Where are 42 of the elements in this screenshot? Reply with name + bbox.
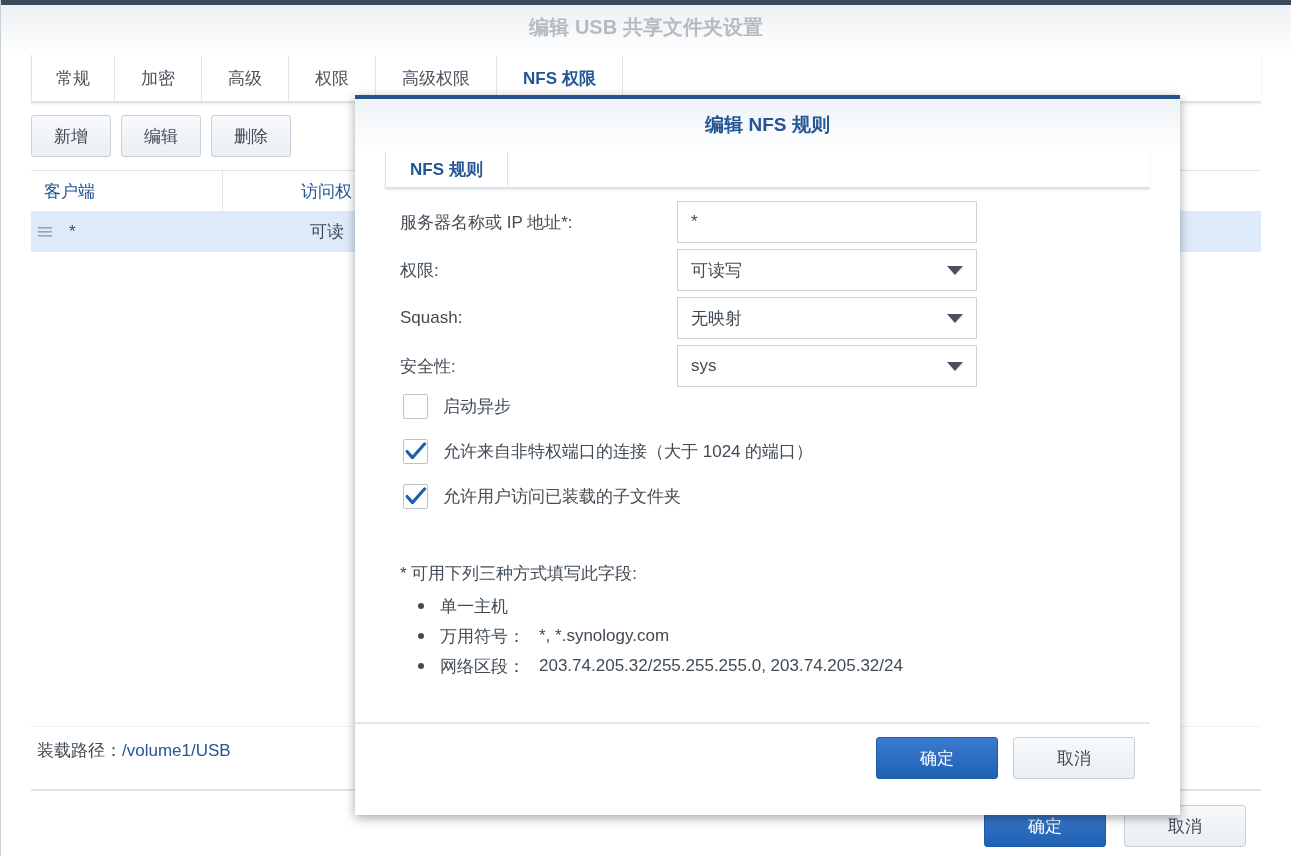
bullet-text: 单一主机: [440, 595, 508, 618]
field-label: 服务器名称或 IP 地址*:: [400, 211, 574, 234]
field-label: 权限:: [400, 259, 440, 282]
cancel-button[interactable]: 取消: [1013, 737, 1135, 779]
field-label: Squash:: [400, 308, 464, 328]
toolbar-button[interactable]: 新增: [31, 115, 111, 157]
caret-icon: [947, 313, 963, 323]
caret-icon: [947, 361, 963, 371]
mount-path-label: 装载路径：: [37, 741, 122, 760]
bullet-value: 203.74.205.32/255.255.255.0, 203.74.205.32/24: [539, 656, 903, 676]
dropdown[interactable]: 可读写: [677, 249, 977, 291]
bullet-value: *, *.synology.com: [539, 626, 670, 646]
checkbox-label: 允许来自非特权端口的连接（大于 1024 的端口）: [443, 441, 814, 463]
toolbar-button[interactable]: 编辑: [121, 115, 201, 157]
drag-handle-icon[interactable]: [38, 225, 52, 238]
dropdown[interactable]: sys: [677, 345, 977, 387]
dropdown[interactable]: 无映射: [677, 297, 977, 339]
field-label: 安全性:: [400, 355, 457, 378]
checkbox-label: 启动异步: [443, 396, 511, 418]
bullet-icon: [418, 603, 424, 609]
confirm-button[interactable]: 确定: [876, 737, 998, 779]
table-cell-text: 可读: [310, 221, 344, 243]
input-field[interactable]: *: [677, 201, 977, 243]
bullet-text: 网络区段：: [440, 655, 525, 678]
tab[interactable]: 加密: [114, 55, 201, 101]
bullet-icon: [418, 633, 424, 639]
table-cell-text: *: [69, 221, 77, 242]
toolbar-button[interactable]: 删除: [211, 115, 291, 157]
caret-icon: [947, 265, 963, 275]
window-title: 编辑 USB 共享文件夹设置: [529, 14, 763, 40]
bullet-icon: [418, 663, 424, 669]
bullet-text: 万用符号：: [440, 625, 525, 648]
mount-path-value: /volume1/USB: [122, 741, 231, 760]
dialog-title: 编辑 NFS 规则: [705, 113, 830, 137]
checkbox-label: 允许用户访问已装载的子文件夹: [443, 486, 681, 508]
checkbox[interactable]: [403, 484, 428, 509]
tab[interactable]: NFS 规则: [385, 151, 508, 187]
tab[interactable]: 常规: [31, 55, 114, 101]
note-text: * 可用下列三种方式填写此字段:: [400, 563, 639, 585]
checkbox[interactable]: [403, 439, 428, 464]
tab[interactable]: 高级: [201, 55, 288, 101]
checkbox[interactable]: [403, 394, 428, 419]
